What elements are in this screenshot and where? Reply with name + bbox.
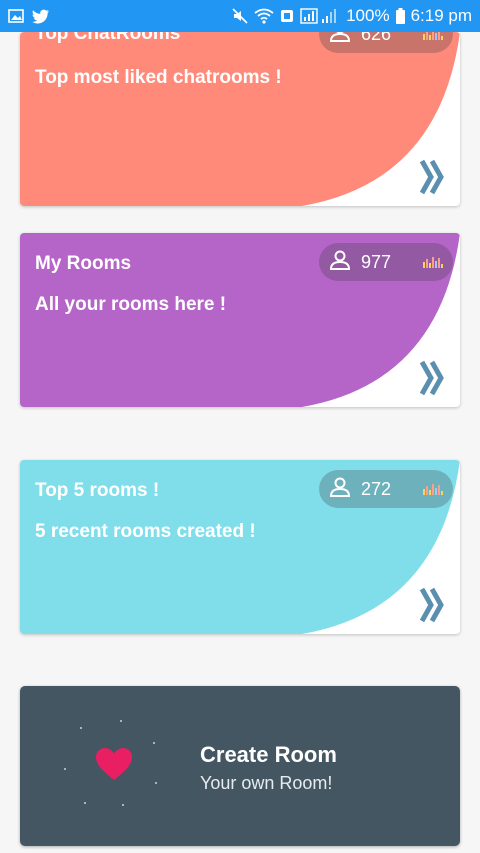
signal-icon [300,8,340,24]
card-title: Top ChatRooms [35,32,181,44]
member-count: 977 [361,251,392,272]
rooms-list[interactable]: Top ChatRooms Top most liked chatrooms !… [0,32,480,853]
wifi-icon [254,8,274,24]
sparkle-dot [120,720,122,722]
create-room-card[interactable]: Create Room Your own Room! [20,686,460,846]
sparkle-dot [84,802,86,804]
clock: 6:19 pm [410,6,472,25]
battery-percent: 100% [346,6,390,25]
cast-icon [280,9,294,23]
user-icon [329,250,351,275]
sparkle-dot [80,727,82,729]
heart-icon [95,747,133,786]
room-card-my-rooms[interactable]: My Rooms All your rooms here ! 977 [20,233,460,407]
sparkle-dot [153,742,155,744]
card-title: Top 5 rooms ! [35,480,160,501]
room-card-top-5[interactable]: Top 5 rooms ! 5 recent rooms created ! 2… [20,460,460,634]
user-icon [329,32,351,47]
mute-icon [232,8,248,24]
battery-icon [395,8,405,24]
create-room-subtitle: Your own Room! [200,773,333,793]
twitter-icon [32,9,50,24]
member-count-pill: 272 [319,470,453,508]
sparkle-dot [155,782,157,784]
member-count-pill: 626 [319,32,453,53]
member-count: 272 [361,478,392,499]
room-card-top-chatrooms[interactable]: Top ChatRooms Top most liked chatrooms !… [20,32,460,206]
activity-bars-icon [423,256,443,268]
status-bar: 100% 6:19 pm [0,0,480,32]
card-description: 5 recent rooms created ! [35,521,256,542]
open-chevron-icon[interactable] [419,585,445,630]
activity-bars-icon [423,483,443,495]
card-description: All your rooms here ! [35,294,227,315]
open-chevron-icon[interactable] [419,358,445,403]
sparkle-dot [122,804,124,806]
gallery-icon [8,9,24,23]
member-count-pill: 977 [319,243,453,281]
create-room-title: Create Room [200,742,337,767]
card-wave [20,32,460,206]
card-description: Top most liked chatrooms ! [35,67,282,88]
activity-bars-icon [423,32,443,40]
member-count: 626 [361,32,392,44]
card-title: My Rooms [35,253,132,274]
user-icon [329,477,351,502]
open-chevron-icon[interactable] [419,157,445,202]
sparkle-dot [64,768,66,770]
